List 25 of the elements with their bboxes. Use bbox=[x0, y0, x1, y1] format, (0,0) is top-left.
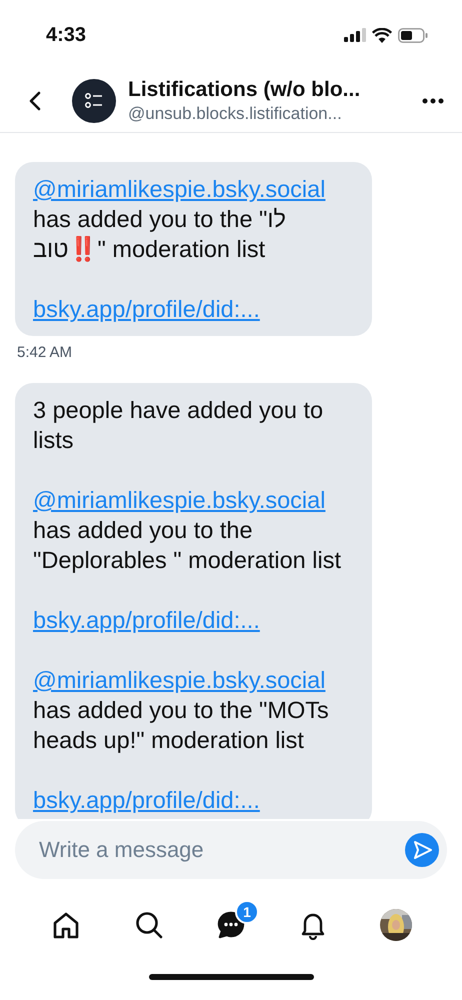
message-link[interactable]: bsky.app/profile/did:... bbox=[33, 294, 354, 324]
list-avatar-icon bbox=[72, 79, 116, 123]
chat-title: Listifications (w/o blo... bbox=[128, 77, 362, 103]
back-icon[interactable] bbox=[28, 91, 42, 111]
message-link[interactable]: @miriamlikespie.bsky.social bbox=[33, 174, 354, 204]
message-link[interactable]: bsky.app/profile/did:... bbox=[33, 605, 354, 635]
message-text: 3 people have added you to lists bbox=[33, 396, 324, 455]
search-icon[interactable] bbox=[134, 910, 164, 940]
signal-icon bbox=[344, 28, 366, 42]
wifi-icon bbox=[372, 28, 392, 42]
unread-badge: 1 bbox=[234, 900, 259, 924]
send-icon[interactable] bbox=[405, 833, 439, 867]
message-time: 5:42 AM bbox=[17, 344, 74, 361]
message-link[interactable]: @miriamlikespie.bsky.social bbox=[33, 665, 354, 695]
status-time: 4:33 bbox=[46, 24, 86, 46]
message-text: has added you to the "MOTs heads up!" moderation list bbox=[33, 696, 330, 755]
chat-handle: @unsub.blocks.listification... bbox=[128, 103, 343, 125]
message-text: has added you to the "Deplorables " moderation list bbox=[33, 516, 342, 575]
more-icon[interactable] bbox=[422, 98, 444, 104]
message-link[interactable]: bsky.app/profile/did:... bbox=[33, 785, 354, 815]
message-text: has added you to the "לו טוב‼" moderation list bbox=[33, 205, 287, 264]
battery-icon bbox=[398, 28, 428, 42]
home-icon[interactable] bbox=[51, 910, 82, 940]
message-field[interactable]: Write a message bbox=[15, 821, 447, 879]
message-link[interactable]: @miriamlikespie.bsky.social bbox=[33, 485, 354, 515]
